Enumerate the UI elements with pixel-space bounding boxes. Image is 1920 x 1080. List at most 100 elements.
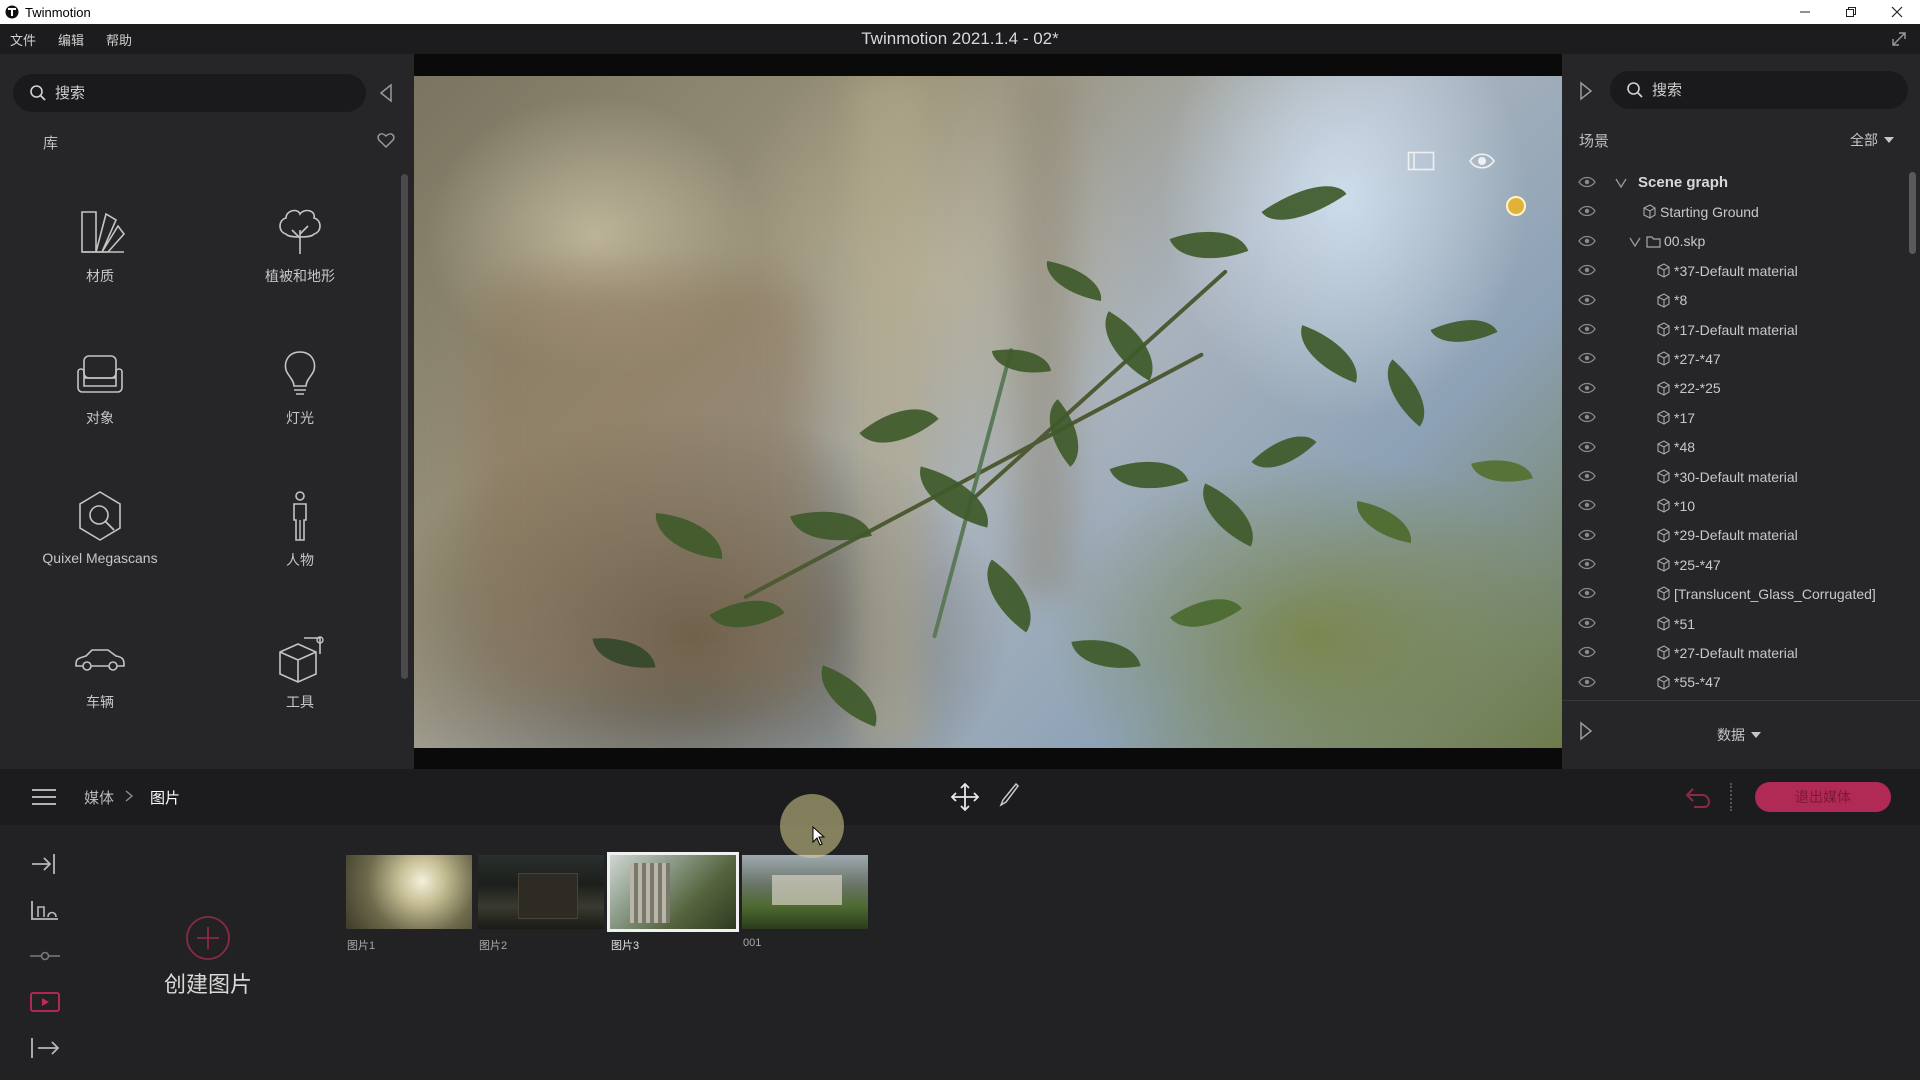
scene-tree-row[interactable]: *51 [1562, 609, 1907, 638]
scene-tree-row[interactable]: [Translucent_Glass_Corrugated] [1562, 579, 1907, 608]
tools-box-icon [279, 636, 324, 683]
visibility-eye-icon[interactable] [1578, 470, 1596, 482]
import-icon[interactable] [28, 851, 62, 877]
scene-tree-row[interactable]: *30-Default material [1562, 462, 1907, 491]
minimize-button[interactable] [1782, 0, 1828, 24]
visibility-eye-icon[interactable] [1578, 382, 1596, 394]
visibility-eye-icon[interactable] [1578, 323, 1596, 335]
data-dropdown[interactable]: 数据 [1717, 725, 1761, 745]
create-image-button[interactable]: 创建图片 [150, 915, 266, 999]
mesh-object-icon [1657, 292, 1670, 308]
leaf-shape [1430, 304, 1498, 358]
fullscreen-icon[interactable] [1890, 30, 1908, 48]
close-button[interactable] [1874, 0, 1920, 24]
library-item-label: 工具 [286, 694, 314, 710]
undo-icon[interactable] [1684, 785, 1712, 809]
menu-file[interactable]: 文件 [0, 30, 47, 49]
visibility-eye-icon[interactable] [1578, 205, 1596, 217]
document-title: Twinmotion 2021.1.4 - 02* [861, 29, 1059, 48]
image-thumbnail[interactable] [346, 855, 472, 929]
image-thumbnail[interactable] [478, 855, 604, 929]
visibility-eye-icon[interactable] [1578, 499, 1596, 511]
visibility-eye-icon[interactable] [1578, 176, 1596, 188]
timeline-slider-icon[interactable] [28, 943, 62, 969]
library-item-megascans[interactable]: Quixel Megascans [0, 488, 200, 608]
scene-tree-row[interactable]: *27-Default material [1562, 638, 1907, 667]
export-icon[interactable] [28, 1035, 62, 1061]
visibility-eye-icon[interactable] [1578, 411, 1596, 423]
restore-button[interactable] [1828, 0, 1874, 24]
expand-data-panel-icon[interactable] [1578, 720, 1594, 742]
mesh-object-icon [1657, 322, 1670, 337]
3d-viewport[interactable] [414, 54, 1562, 769]
eye-view-icon[interactable] [1468, 151, 1496, 171]
visibility-eye-icon[interactable] [1578, 617, 1596, 629]
twinmotion-logo-icon [5, 5, 19, 19]
mesh-object-icon [1657, 381, 1670, 396]
library-item-vegetation[interactable]: 植被和地形 [200, 204, 400, 324]
move-tool-icon[interactable] [950, 782, 980, 812]
visibility-eye-icon[interactable] [1578, 441, 1596, 453]
library-item-label: 人物 [286, 552, 314, 568]
scene-tree-scrollbar[interactable] [1909, 172, 1916, 254]
scene-tree-row[interactable]: *27-*47 [1562, 344, 1907, 373]
scene-tree-row[interactable]: *55-*47 [1562, 668, 1907, 697]
library-item-material[interactable]: 材质 [0, 204, 200, 324]
exit-media-button[interactable]: 退出媒体 [1755, 782, 1891, 812]
media-images-icon[interactable] [28, 989, 62, 1015]
visibility-eye-icon[interactable] [1578, 529, 1596, 541]
scene-tree-row[interactable]: *48 [1562, 433, 1907, 462]
visibility-eye-icon[interactable] [1578, 264, 1596, 276]
breadcrumb-images[interactable]: 图片 [150, 787, 180, 808]
library-item-vehicles[interactable]: 车辆 [0, 630, 200, 750]
collapse-left-panel-icon[interactable] [376, 82, 396, 104]
scene-tree-row[interactable]: *29-Default material [1562, 521, 1907, 550]
image-thumbnail[interactable] [742, 855, 868, 929]
scene-tree-row[interactable]: *8 [1562, 286, 1907, 315]
scene-filter-dropdown[interactable]: 全部 [1850, 130, 1894, 150]
scene-tree-row[interactable]: Scene graph [1562, 168, 1907, 197]
scene-tree-row[interactable]: *17 [1562, 403, 1907, 432]
presentation-icon[interactable] [28, 897, 62, 923]
eyedropper-icon[interactable] [998, 782, 1020, 808]
library-item-tools[interactable]: 工具 [200, 630, 400, 750]
add-circle-icon [186, 916, 230, 960]
visibility-eye-icon[interactable] [1578, 235, 1596, 247]
visibility-eye-icon[interactable] [1578, 558, 1596, 570]
visibility-eye-icon[interactable] [1578, 294, 1596, 306]
scene-tree-row[interactable]: Starting Ground [1562, 197, 1907, 226]
favorites-heart-icon[interactable] [376, 130, 396, 150]
scene-tree-row[interactable]: *25-*47 [1562, 550, 1907, 579]
chevron-down-icon[interactable] [1614, 177, 1628, 189]
library-search-input[interactable] [55, 84, 335, 102]
scene-tree-row[interactable]: 00.skp [1562, 227, 1907, 256]
library-item-lights[interactable]: 灯光 [200, 346, 400, 466]
menu-help[interactable]: 帮助 [95, 30, 143, 49]
expand-right-panel-icon[interactable] [1578, 80, 1594, 102]
hamburger-menu-icon[interactable] [30, 787, 58, 807]
mesh-object-icon [1657, 616, 1670, 631]
scene-tree-label: *22-*25 [1674, 380, 1721, 397]
menu-edit[interactable]: 编辑 [47, 30, 95, 49]
library-scrollbar[interactable] [401, 174, 408, 679]
scene-tree-row[interactable]: *10 [1562, 491, 1907, 520]
library-item-objects[interactable]: 对象 [0, 346, 200, 466]
panel-layout-icon[interactable] [1407, 151, 1435, 171]
mesh-object-icon [1657, 498, 1670, 513]
scene-search-input[interactable] [1652, 81, 1872, 99]
scene-tree-row[interactable]: *37-Default material [1562, 256, 1907, 285]
visibility-eye-icon[interactable] [1578, 352, 1596, 364]
scene-tree-label: *27-Default material [1674, 644, 1798, 661]
visibility-eye-icon[interactable] [1578, 587, 1596, 599]
chevron-down-icon[interactable] [1628, 236, 1642, 248]
library-item-people[interactable]: 人物 [200, 488, 400, 608]
panel-divider [1562, 700, 1920, 701]
visibility-eye-icon[interactable] [1578, 646, 1596, 658]
image-thumbnail-selected[interactable] [607, 852, 739, 932]
bulb-icon [284, 351, 316, 395]
breadcrumb-media[interactable]: 媒体 [84, 787, 114, 808]
scene-tree-row[interactable]: *22-*25 [1562, 374, 1907, 403]
scene-tree-row[interactable]: *17-Default material [1562, 315, 1907, 344]
sun-gizmo-icon[interactable] [1506, 196, 1526, 216]
visibility-eye-icon[interactable] [1578, 676, 1596, 688]
